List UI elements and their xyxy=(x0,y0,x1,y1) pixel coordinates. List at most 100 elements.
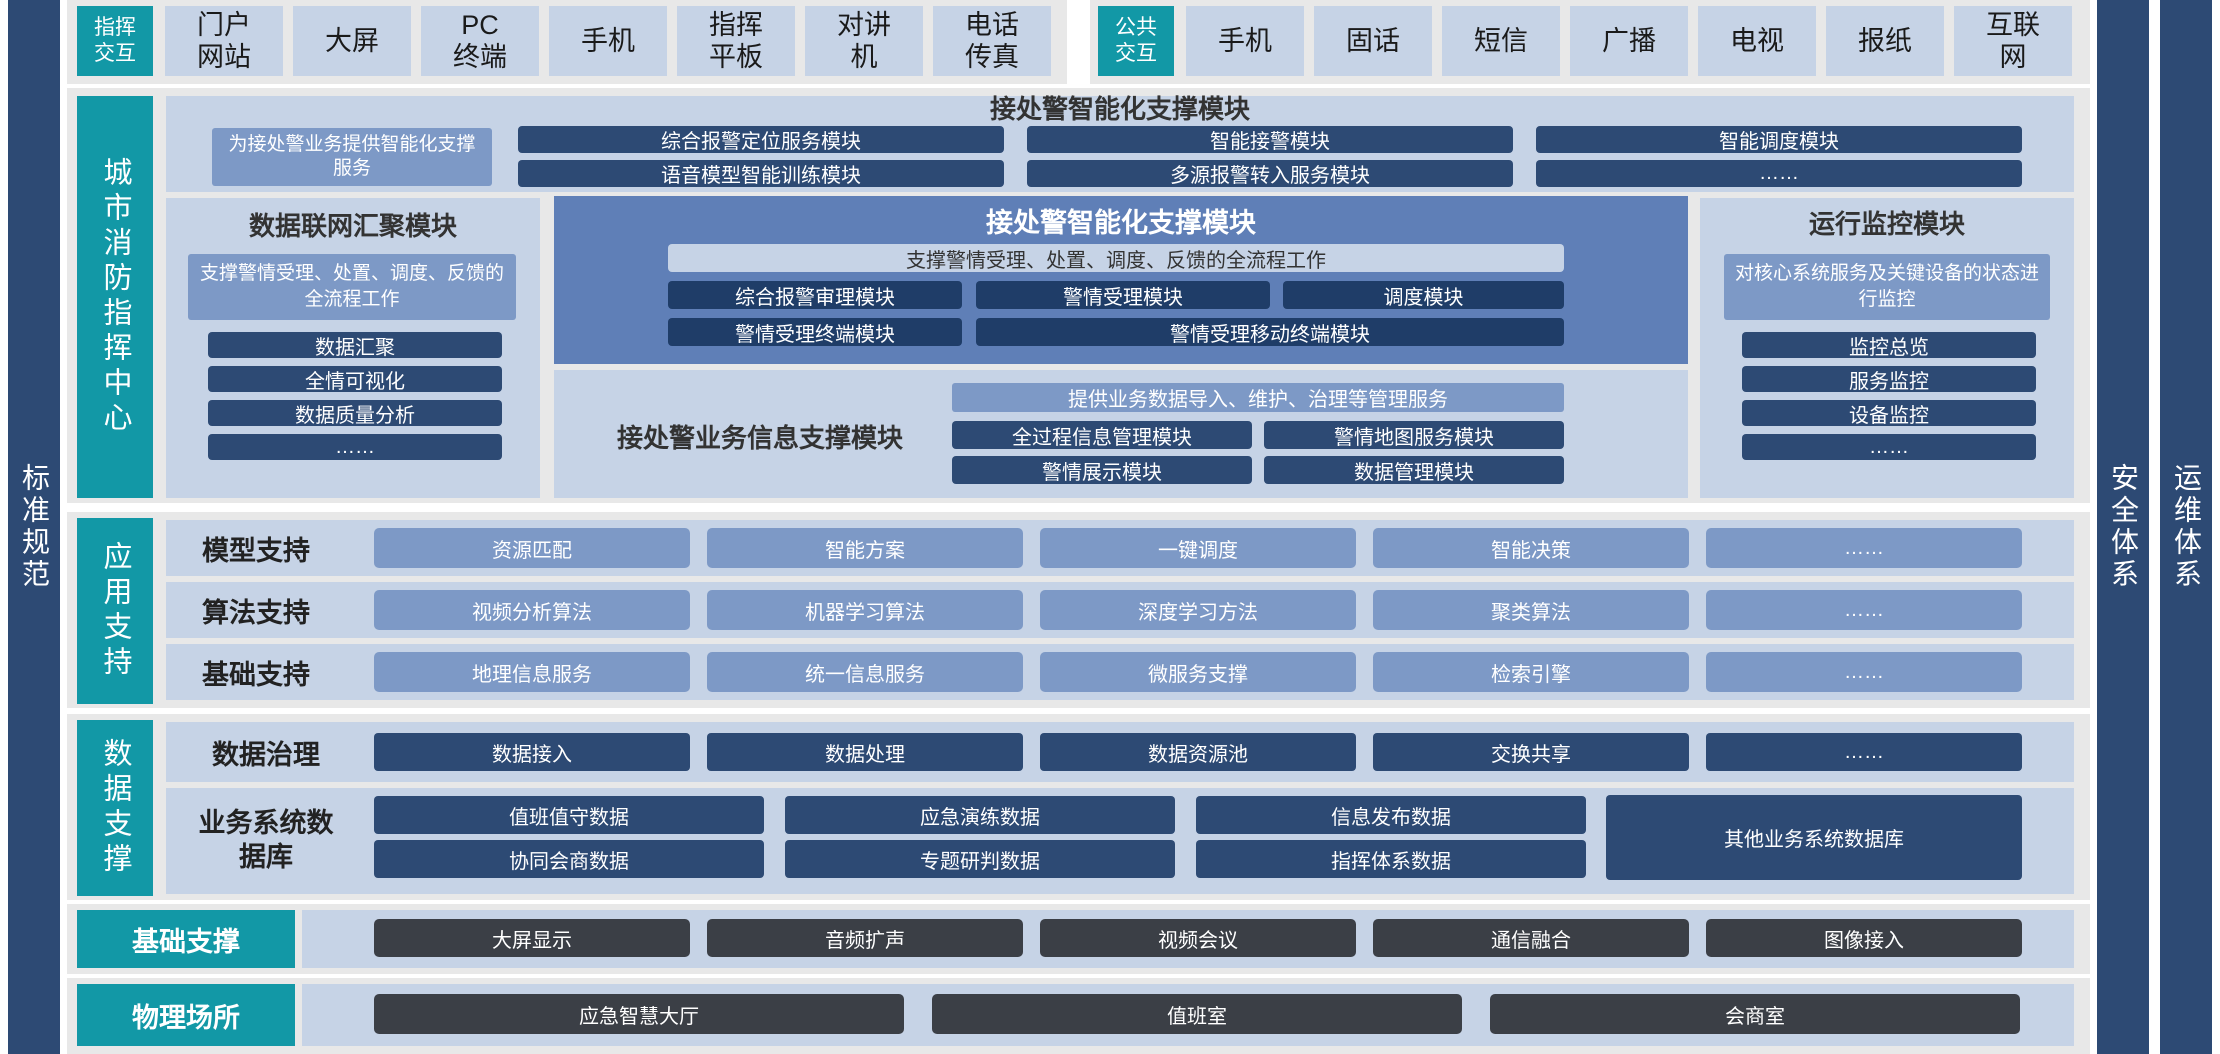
business-db-item: 值班值守数据 xyxy=(374,796,764,834)
app-support-item: 视频分析算法 xyxy=(374,590,690,630)
app-support-item: 聚类算法 xyxy=(1373,590,1689,630)
data-network-item: 数据质量分析 xyxy=(208,400,502,427)
app-support-item: …… xyxy=(1706,528,2022,568)
public-interaction-item: 报纸 xyxy=(1826,6,1944,76)
info-support-module: 警情地图服务模块 xyxy=(1264,421,1564,449)
command-interaction-item: 手机 xyxy=(549,6,667,76)
public-interaction-label: 公共交互 xyxy=(1098,6,1174,76)
infra-label: 基础支撑 xyxy=(77,910,295,968)
app-support-item: 智能决策 xyxy=(1373,528,1689,568)
governance-item: 数据处理 xyxy=(707,733,1023,771)
security-bar: 安全体系 xyxy=(2097,0,2149,1054)
monitor-item: 设备监控 xyxy=(1742,400,2036,427)
infra-item: 大屏显示 xyxy=(374,919,690,957)
info-support-module: 数据管理模块 xyxy=(1264,456,1564,484)
standards-label: 标准规范 xyxy=(19,463,50,591)
info-support-title: 接处警业务信息支撑模块 xyxy=(616,422,903,453)
monitor-item: 监控总览 xyxy=(1742,332,2036,359)
public-interaction-item: 固话 xyxy=(1314,6,1432,76)
place-item: 会商室 xyxy=(1490,994,2020,1034)
command-interaction-item: 电话传真 xyxy=(933,6,1051,76)
smart-support-main-title: 接处警智能化支撑模块 xyxy=(986,207,1256,238)
security-label: 安全体系 xyxy=(2108,463,2139,591)
monitor-title: 运行监控模块 xyxy=(1808,208,1965,239)
data-support-label: 数据支撑 xyxy=(77,720,153,896)
place-item: 应急智慧大厅 xyxy=(374,994,904,1034)
public-interaction-item: 手机 xyxy=(1186,6,1304,76)
governance-item: 数据资源池 xyxy=(1040,733,1356,771)
smart-support-main-module: 综合报警审理模块 xyxy=(668,281,962,309)
monitor-desc: 对核心系统服务及关键设备的状态进行监控 xyxy=(1724,254,2050,320)
app-support-row-label: 模型支持 xyxy=(202,535,310,566)
info-support-desc: 提供业务数据导入、维护、治理等管理服务 xyxy=(952,383,1564,412)
infra-item: 音频扩声 xyxy=(707,919,1023,957)
app-support-item: 机器学习算法 xyxy=(707,590,1023,630)
smart-support-top-title: 接处警智能化支撑模块 xyxy=(989,93,1250,124)
governance-item: …… xyxy=(1706,733,2022,771)
app-support-item: 资源匹配 xyxy=(374,528,690,568)
smart-support-top-module: 语音模型智能训练模块 xyxy=(518,160,1004,187)
business-db-label: 业务系统数据库 xyxy=(198,808,334,872)
app-support-item: 智能方案 xyxy=(707,528,1023,568)
app-support-item: …… xyxy=(1706,652,2022,692)
command-interaction-item: 大屏 xyxy=(293,6,411,76)
public-interaction-item: 电视 xyxy=(1698,6,1816,76)
business-db-item: 指挥体系数据 xyxy=(1196,840,1586,878)
app-support-label-text: 应用支持 xyxy=(99,541,131,681)
app-support-item: 检索引擎 xyxy=(1373,652,1689,692)
standards-bar: 标准规范 xyxy=(8,0,60,1054)
data-network-title: 数据联网汇聚模块 xyxy=(248,210,457,241)
smart-support-main-module: 调度模块 xyxy=(1283,281,1564,309)
place-item: 值班室 xyxy=(932,994,1462,1034)
command-center-label: 城市消防指挥中心 xyxy=(77,96,153,498)
app-support-item: …… xyxy=(1706,590,2022,630)
places-label: 物理场所 xyxy=(77,984,295,1046)
app-support-item: 统一信息服务 xyxy=(707,652,1023,692)
data-support-label-text: 数据支撑 xyxy=(99,738,131,878)
smart-support-top-module: 多源报警转入服务模块 xyxy=(1027,160,1513,187)
monitor-item: …… xyxy=(1742,434,2036,460)
smart-support-top-module: …… xyxy=(1536,160,2022,187)
app-support-label: 应用支持 xyxy=(77,518,153,704)
infra-item: 图像接入 xyxy=(1706,919,2022,957)
app-support-item: 微服务支撑 xyxy=(1040,652,1356,692)
operations-bar: 运维体系 xyxy=(2160,0,2212,1054)
business-db-item: 应急演练数据 xyxy=(785,796,1175,834)
command-interaction-item: PC终端 xyxy=(421,6,539,76)
info-support-module: 警情展示模块 xyxy=(952,456,1252,484)
smart-support-main-module: 警情受理终端模块 xyxy=(668,318,962,346)
command-interaction-item: 对讲机 xyxy=(805,6,923,76)
data-network-item: 数据汇聚 xyxy=(208,332,502,359)
governance-item: 交换共享 xyxy=(1373,733,1689,771)
governance-label: 数据治理 xyxy=(212,739,320,770)
smart-support-top-module: 智能调度模块 xyxy=(1536,126,2022,153)
public-interaction-item: 短信 xyxy=(1442,6,1560,76)
smart-support-top-desc: 为接处警业务提供智能化支撑服务 xyxy=(212,128,492,186)
data-network-item: …… xyxy=(208,434,502,460)
monitor-item: 服务监控 xyxy=(1742,366,2036,393)
other-business-db: 其他业务系统数据库 xyxy=(1606,795,2022,880)
command-interaction-item: 指挥平板 xyxy=(677,6,795,76)
business-db-item: 协同会商数据 xyxy=(374,840,764,878)
smart-support-top-module: 综合报警定位服务模块 xyxy=(518,126,1004,153)
info-support-module: 全过程信息管理模块 xyxy=(952,421,1252,449)
business-db-item: 专题研判数据 xyxy=(785,840,1175,878)
public-interaction-item: 广播 xyxy=(1570,6,1688,76)
data-network-desc: 支撑警情受理、处置、调度、反馈的全流程工作 xyxy=(188,254,516,320)
operations-label: 运维体系 xyxy=(2171,463,2202,591)
command-center-label-text: 城市消防指挥中心 xyxy=(99,157,131,437)
smart-support-main-module: 警情受理模块 xyxy=(976,281,1270,309)
smart-support-main-module: 警情受理移动终端模块 xyxy=(976,318,1564,346)
infra-item: 通信融合 xyxy=(1373,919,1689,957)
data-network-item: 全情可视化 xyxy=(208,366,502,393)
smart-support-top-module: 智能接警模块 xyxy=(1027,126,1513,153)
governance-item: 数据接入 xyxy=(374,733,690,771)
infra-item: 视频会议 xyxy=(1040,919,1356,957)
app-support-row-label: 算法支持 xyxy=(202,597,310,628)
command-interaction-label: 指挥交互 xyxy=(77,6,153,76)
app-support-row-label: 基础支持 xyxy=(202,659,310,690)
app-support-item: 深度学习方法 xyxy=(1040,590,1356,630)
command-interaction-item: 门户网站 xyxy=(165,6,283,76)
smart-support-main-desc: 支撑警情受理、处置、调度、反馈的全流程工作 xyxy=(668,244,1564,272)
business-db-item: 信息发布数据 xyxy=(1196,796,1586,834)
